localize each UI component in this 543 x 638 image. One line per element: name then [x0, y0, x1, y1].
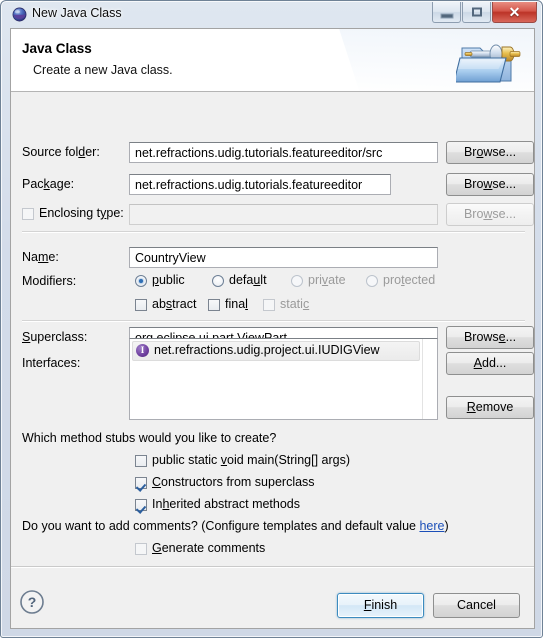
maximize-icon [471, 7, 482, 17]
checkbox-final-label: final [225, 297, 248, 311]
checkbox-static-box [263, 299, 275, 311]
checkbox-static-label: static [280, 297, 310, 311]
checkbox-final-box [208, 299, 220, 311]
method-stubs-question: Which method stubs would you like to cre… [22, 431, 277, 445]
minimize-icon [440, 13, 453, 19]
checkbox-inherited-abstract-box [135, 499, 147, 511]
class-name-input[interactable]: CountryView [129, 247, 438, 268]
close-button[interactable]: ✕ [492, 2, 537, 23]
cancel-button[interactable]: Cancel [433, 593, 520, 618]
checkbox-constructors-label: Constructors from superclass [152, 475, 315, 489]
interfaces-scrollbar-track[interactable] [422, 339, 437, 419]
radio-default-indicator [212, 275, 224, 287]
java-class-icon [12, 7, 27, 22]
window-title: New Java Class [32, 6, 122, 20]
add-interface-button[interactable]: Add... [446, 352, 534, 375]
modifiers-label: Modifiers: [22, 274, 77, 288]
new-java-class-dialog: New Java Class ✕ Java Class Create a new… [0, 0, 543, 638]
separator-1 [22, 231, 525, 233]
maximize-button[interactable] [462, 2, 491, 23]
configure-templates-link[interactable]: here [419, 519, 444, 533]
checkbox-inherited-abstract-label: Inherited abstract methods [152, 497, 301, 511]
browse-source-folder-button[interactable]: Browse... [446, 141, 534, 164]
radio-private-indicator [291, 275, 303, 287]
radio-protected-label: protected [383, 273, 436, 287]
separator-2 [22, 320, 525, 322]
radio-private-label: private [308, 273, 346, 287]
minimize-button[interactable] [432, 2, 461, 23]
new-java-class-banner-icon [456, 44, 521, 83]
title-bar[interactable]: New Java Class ✕ [1, 1, 542, 28]
radio-public-label: public [152, 273, 185, 287]
comments-question: Do you want to add comments? (Configure … [22, 519, 449, 533]
close-icon: ✕ [508, 4, 521, 20]
interfaces-list-item-label: net.refractions.udig.project.ui.IUDIGVie… [154, 343, 380, 357]
browse-superclass-button[interactable]: Browse... [446, 326, 534, 349]
interfaces-label: Interfaces: [22, 356, 81, 370]
enclosing-type-input [129, 204, 438, 225]
name-label: Name: [22, 250, 59, 264]
interfaces-list-item[interactable]: I net.refractions.udig.project.ui.IUDIGV… [132, 341, 420, 361]
checkbox-abstract-box [135, 299, 147, 311]
source-folder-input[interactable]: net.refractions.udig.tutorials.featureed… [129, 142, 438, 163]
superclass-label: Superclass: [22, 330, 88, 344]
wizard-title: Java Class [22, 41, 92, 56]
checkbox-constructors-box [135, 477, 147, 489]
help-question-icon[interactable]: ? [19, 589, 45, 615]
browse-enclosing-type-button: Browse... [446, 203, 534, 226]
interfaces-list[interactable]: I net.refractions.udig.project.ui.IUDIGV… [129, 338, 438, 420]
radio-protected-indicator [366, 275, 378, 287]
comments-question-text: Do you want to add comments? (Configure … [22, 519, 420, 533]
checkbox-abstract-label: abstract [152, 297, 197, 311]
radio-default-label: default [229, 273, 267, 287]
wizard-description: Create a new Java class. [33, 63, 173, 77]
enclosing-type-label: Enclosing type: [39, 206, 124, 220]
checkbox-main-method-label: public static void main(String[] args) [152, 453, 350, 467]
enclosing-type-checkbox-box [22, 208, 34, 220]
checkbox-main-method-box [135, 455, 147, 467]
source-folder-label: Source folder: [22, 145, 100, 159]
package-input[interactable]: net.refractions.udig.tutorials.featureed… [129, 174, 391, 195]
package-label: Package: [22, 177, 75, 191]
browse-package-button[interactable]: Browse... [446, 173, 534, 196]
svg-text:?: ? [28, 594, 37, 610]
checkbox-generate-comments-box [135, 543, 147, 555]
remove-interface-button[interactable]: Remove [446, 396, 534, 419]
radio-public-indicator [135, 275, 147, 287]
interface-icon: I [136, 344, 149, 357]
wizard-body: Source folder: net.refractions.udig.tuto… [11, 92, 534, 566]
wizard-header: Java Class Create a new Java class. [11, 29, 534, 92]
finish-button[interactable]: Finish [337, 593, 424, 618]
checkbox-generate-comments-label: Generate comments [152, 541, 266, 555]
dialog-client-area: Java Class Create a new Java class. Sour… [10, 28, 535, 629]
